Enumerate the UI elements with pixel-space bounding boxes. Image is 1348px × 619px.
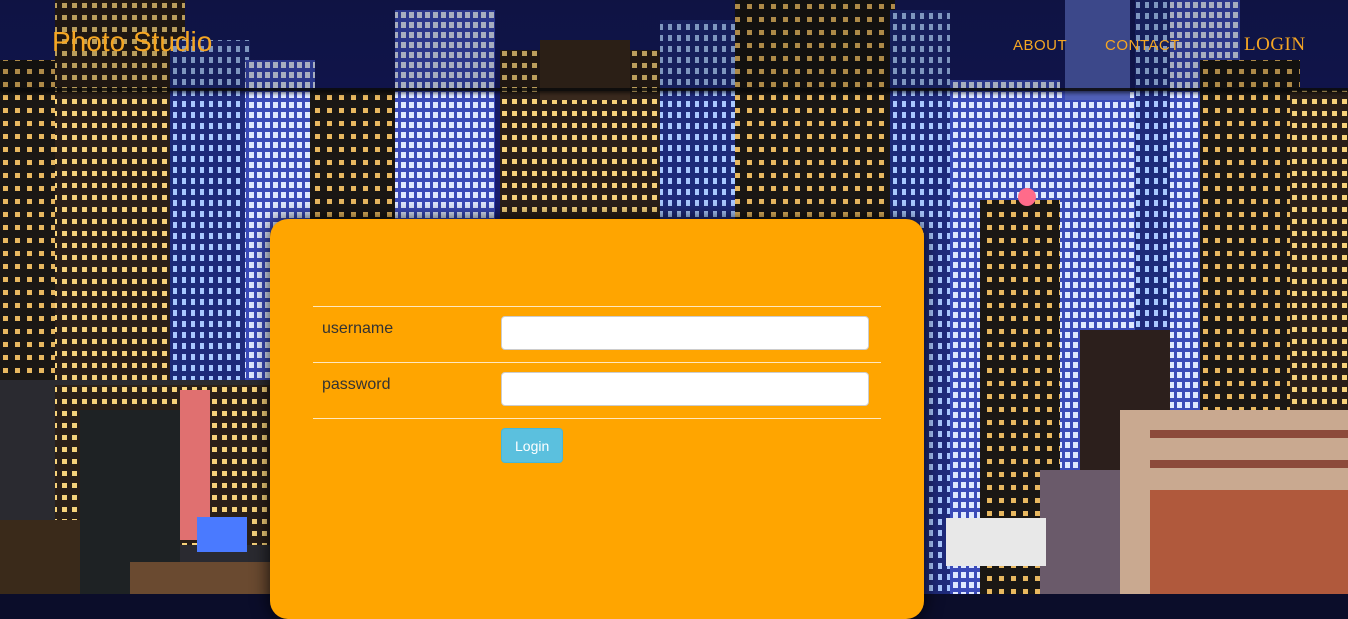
password-row: password <box>313 362 881 418</box>
submit-row: Login <box>313 418 881 479</box>
login-submit-button[interactable]: Login <box>501 428 564 463</box>
username-label: username <box>322 320 394 337</box>
nav-contact-link[interactable]: CONTACT <box>1105 37 1180 54</box>
login-card: username password Login <box>270 219 924 619</box>
nav-about-link[interactable]: ABOUT <box>1013 37 1067 54</box>
brand-logo-link[interactable]: Photo Studio <box>52 26 212 58</box>
login-form: username password Login <box>313 306 881 479</box>
username-input[interactable] <box>501 316 869 350</box>
password-input[interactable] <box>501 372 869 406</box>
top-navbar: Photo Studio ABOUT CONTACT LOGIN <box>0 0 1348 91</box>
nav-login-link[interactable]: LOGIN <box>1244 34 1306 56</box>
password-label: password <box>322 376 391 393</box>
username-row: username <box>313 306 881 362</box>
